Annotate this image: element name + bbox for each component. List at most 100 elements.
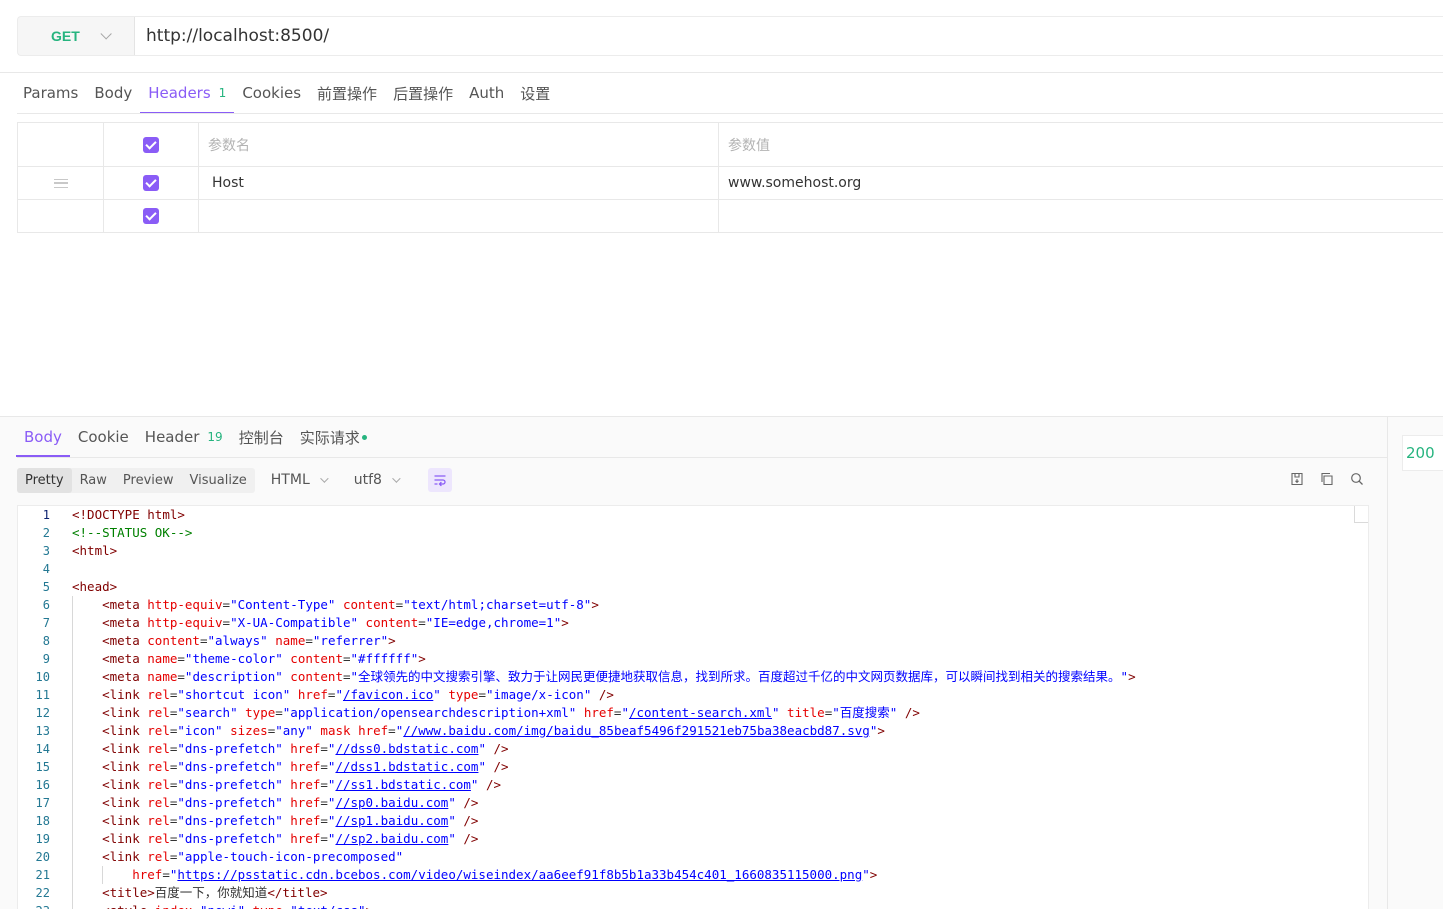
code-token: "Content-Type" bbox=[230, 597, 336, 612]
code-token: "apple-touch-icon-precomposed" bbox=[177, 849, 404, 864]
value-header-label: 参数值 bbox=[728, 137, 770, 154]
table-header-row: 参数名 参数值 bbox=[18, 123, 1443, 167]
view-mode-2[interactable]: Preview bbox=[115, 468, 182, 493]
word-wrap-button[interactable] bbox=[427, 468, 452, 492]
response-tab-2[interactable]: Header 19 bbox=[137, 417, 231, 457]
code-token: rel bbox=[147, 759, 170, 774]
response-tab-0[interactable]: Body bbox=[16, 417, 70, 457]
code-token: " bbox=[448, 795, 456, 810]
line-number: 2 bbox=[42, 526, 50, 540]
code-token: type bbox=[448, 687, 479, 702]
code-token: name bbox=[147, 669, 178, 684]
code-token: <link bbox=[102, 777, 140, 792]
tab-label: 控制台 bbox=[238, 428, 284, 447]
drag-handle-icon[interactable] bbox=[53, 178, 68, 188]
code-link[interactable]: //dss0.bdstatic.com bbox=[335, 741, 478, 756]
header-name-cell[interactable]: Host bbox=[199, 167, 719, 199]
code-link[interactable]: //sp0.baidu.com bbox=[335, 795, 448, 810]
url-input[interactable] bbox=[135, 17, 1443, 55]
header-value-cell[interactable]: www.somehost.org bbox=[719, 167, 1443, 199]
code-token: <link bbox=[102, 705, 140, 720]
code-token: "dns-prefetch" bbox=[177, 813, 283, 828]
code-link[interactable]: https://psstatic.cdn.bcebos.com/video/wi… bbox=[177, 867, 862, 882]
code-token: rel bbox=[147, 687, 170, 702]
format-select[interactable]: HTML bbox=[271, 472, 329, 488]
code-token: type bbox=[253, 903, 283, 909]
code-link[interactable]: //dss1.bdstatic.com bbox=[335, 759, 478, 774]
header-name-cell[interactable] bbox=[199, 200, 719, 232]
tab-0[interactable]: Params bbox=[15, 72, 86, 114]
copy-icon[interactable] bbox=[1320, 472, 1334, 486]
select-all-checkbox[interactable] bbox=[143, 136, 159, 153]
checkbox-cell bbox=[104, 123, 199, 166]
code-line: <meta content="always" name="referrer"> bbox=[72, 632, 1368, 650]
code-token: " bbox=[335, 687, 343, 702]
code-token: href bbox=[358, 723, 389, 738]
header-value-cell[interactable] bbox=[719, 200, 1443, 232]
tab-1[interactable]: Body bbox=[86, 72, 140, 114]
code-link[interactable]: //ss1.bdstatic.com bbox=[335, 777, 470, 792]
code-token: > bbox=[877, 723, 885, 738]
chevron-down-icon bbox=[319, 474, 329, 483]
code-line: <meta http-equiv="X-UA-Compatible" conte… bbox=[72, 614, 1368, 632]
code-token: href bbox=[290, 741, 321, 756]
tab-6[interactable]: Auth bbox=[461, 72, 512, 114]
line-number: 10 bbox=[35, 670, 50, 684]
code-token: "always" bbox=[207, 633, 268, 648]
tab-7[interactable]: 设置 bbox=[512, 72, 558, 114]
code-token: title bbox=[787, 705, 825, 720]
save-icon[interactable] bbox=[1290, 472, 1304, 486]
tab-3[interactable]: Cookies bbox=[234, 72, 309, 114]
code-link[interactable]: //sp1.baidu.com bbox=[335, 813, 448, 828]
code-link[interactable]: //www.baidu.com/img/baidu_85beaf5496f291… bbox=[403, 723, 870, 738]
encoding-select[interactable]: utf8 bbox=[354, 472, 401, 488]
view-mode-1[interactable]: Raw bbox=[72, 468, 115, 493]
code-link[interactable]: /favicon.ico bbox=[343, 687, 433, 702]
view-mode-3[interactable]: Visualize bbox=[182, 468, 255, 493]
response-tab-4[interactable]: 实际请求 bbox=[292, 417, 375, 457]
response-tab-1[interactable]: Cookie bbox=[70, 417, 137, 457]
code-token: content bbox=[365, 615, 419, 630]
view-mode-0[interactable]: Pretty bbox=[17, 467, 72, 493]
tab-label: 前置操作 bbox=[317, 84, 378, 103]
line-number: 15 bbox=[35, 760, 50, 774]
tab-label: 实际请求 bbox=[299, 428, 360, 447]
response-tab-3[interactable]: 控制台 bbox=[231, 417, 292, 457]
code-token: "theme-color" bbox=[184, 651, 283, 666]
row-checkbox[interactable] bbox=[143, 175, 159, 191]
response-tabs: Body Cookie Header 19 控制台 实际请求 bbox=[16, 417, 375, 457]
method-select[interactable]: GET bbox=[18, 17, 135, 55]
code-token: <link bbox=[102, 687, 140, 702]
code-token: <title> bbox=[102, 885, 155, 900]
view-mode-switch: Pretty Raw Preview Visualize bbox=[17, 467, 255, 493]
code-token: " bbox=[478, 741, 486, 756]
row-checkbox[interactable] bbox=[143, 208, 159, 224]
code-token: "referrer" bbox=[312, 633, 389, 648]
tab-4[interactable]: 前置操作 bbox=[309, 72, 385, 114]
code-line: <link rel="dns-prefetch" href="//sp1.bai… bbox=[72, 812, 1368, 830]
code-token: "newi" bbox=[200, 903, 245, 909]
minimap[interactable] bbox=[1354, 506, 1368, 523]
response-body-editor[interactable]: 1234567891011121314151617181920212223 <!… bbox=[17, 505, 1369, 909]
code-token: = bbox=[342, 651, 351, 666]
tab-2[interactable]: Headers 1 bbox=[140, 72, 235, 114]
code-link[interactable]: /content-search.xml bbox=[629, 705, 772, 720]
code-link[interactable]: //sp2.baidu.com bbox=[335, 831, 448, 846]
code-token: rel bbox=[147, 795, 170, 810]
search-icon[interactable] bbox=[1350, 472, 1364, 486]
code-token: > bbox=[1128, 669, 1136, 684]
code-token: /> bbox=[463, 831, 479, 846]
drag-column bbox=[18, 200, 104, 232]
tab-5[interactable]: 后置操作 bbox=[385, 72, 461, 114]
